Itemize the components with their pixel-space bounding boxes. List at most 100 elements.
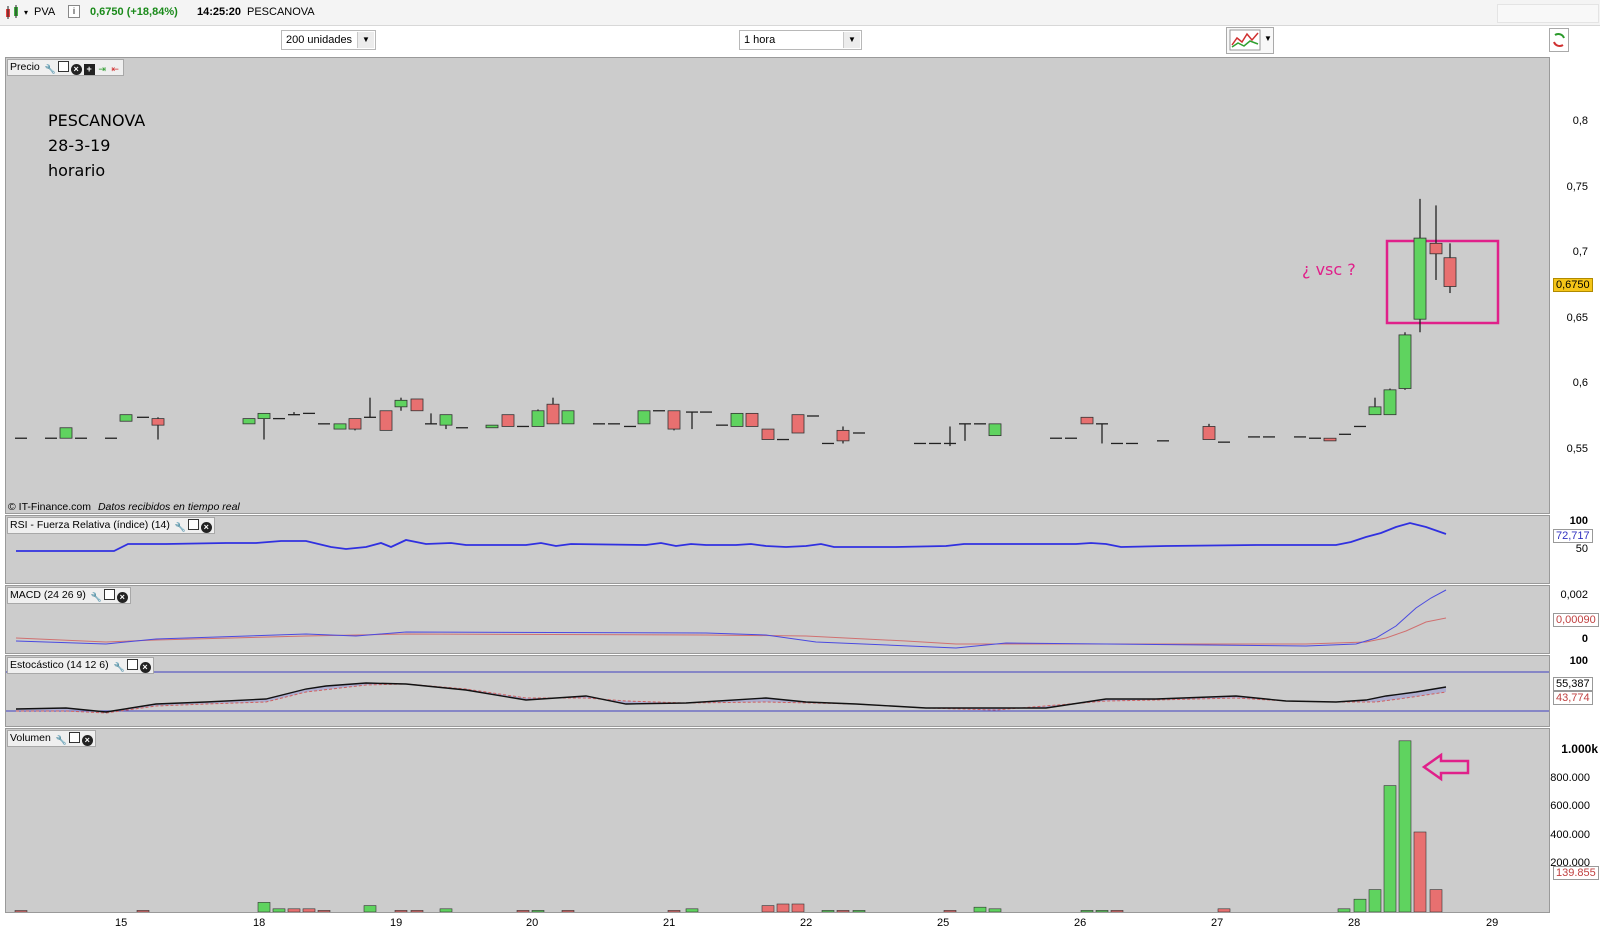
- macd-signal-line: [15, 617, 1447, 645]
- date-tick-label: 25: [937, 917, 950, 929]
- candle: [379, 410, 393, 431]
- candle-body: [501, 414, 515, 427]
- candle-body: [637, 410, 651, 425]
- stoch-d-line: [16, 683, 1447, 714]
- candle-body: [257, 412, 271, 420]
- wrench-icon[interactable]: 🔧: [114, 662, 125, 673]
- date-tick-label: 19: [390, 917, 403, 929]
- date-tick-label: 15: [115, 917, 128, 929]
- rsi-axis: 100 50 72,717: [1550, 515, 1600, 584]
- date-tick-label: 18: [253, 917, 266, 929]
- volume-bar: [14, 910, 28, 912]
- candle-body: [1398, 334, 1412, 389]
- candle: [546, 397, 560, 425]
- volume-value-tag: 139.855: [1553, 866, 1599, 880]
- quote-time: 14:25:20: [197, 6, 242, 18]
- candle: [1368, 397, 1382, 416]
- volume-bar: [272, 908, 286, 912]
- wrench-icon[interactable]: 🔧: [45, 64, 56, 75]
- chart-type-button[interactable]: ▼: [1226, 27, 1274, 54]
- candle: [59, 427, 73, 439]
- candle: [333, 423, 347, 430]
- candle-body: [1429, 242, 1443, 255]
- volume-bar: [776, 903, 790, 912]
- candle-body: [485, 424, 499, 429]
- candle: [1323, 437, 1337, 442]
- maximize-icon[interactable]: [187, 519, 199, 530]
- candle: [501, 414, 515, 427]
- axis-tick-label: 100: [1569, 515, 1588, 527]
- wrench-icon[interactable]: 🔧: [91, 592, 102, 603]
- candle: [836, 426, 850, 444]
- candle-body: [836, 429, 850, 442]
- candle: [667, 410, 681, 431]
- interval-select-value: 1 hora: [744, 34, 776, 46]
- annotation-line: horario: [48, 161, 106, 180]
- candle-body: [333, 423, 347, 430]
- candle: [394, 397, 408, 411]
- volume-bar: [821, 910, 835, 912]
- candle-body: [151, 418, 165, 426]
- volume-bar: [410, 910, 424, 912]
- close-icon[interactable]: ×: [81, 735, 93, 746]
- candle: [959, 423, 971, 441]
- units-select[interactable]: 200 unidades ▼: [281, 30, 376, 50]
- export-icon[interactable]: ⇥: [97, 64, 108, 75]
- macd-pane: MACD (24 26 9) 🔧 ×: [5, 585, 1550, 654]
- volume-bar: [761, 905, 775, 912]
- maximize-icon[interactable]: [126, 659, 138, 670]
- add-icon[interactable]: +: [83, 64, 95, 75]
- axis-tick-label: 100: [1569, 655, 1588, 667]
- ticker-label: PVA: [34, 6, 56, 18]
- close-icon[interactable]: ×: [139, 662, 151, 673]
- candle: [1398, 332, 1412, 390]
- realtime-note: Datos recibidos en tiempo real: [97, 501, 240, 513]
- wrench-icon[interactable]: 🔧: [56, 735, 67, 746]
- close-icon[interactable]: ×: [116, 592, 128, 603]
- chart-toolbar: 200 unidades ▼ 1 hora ▼ ▼: [0, 26, 1600, 56]
- candle: [745, 412, 759, 427]
- stochastic-pane-header: Estocástico (14 12 6) 🔧 ×: [7, 657, 154, 674]
- candle-body: [59, 427, 73, 439]
- volume-bar: [1429, 889, 1443, 912]
- stoch-value-tag-1: 55,387: [1553, 677, 1593, 691]
- date-tick-label: 26: [1074, 917, 1087, 929]
- interval-select[interactable]: 1 hora ▼: [739, 30, 862, 50]
- close-icon[interactable]: ×: [200, 522, 212, 533]
- info-icon[interactable]: i: [68, 5, 80, 18]
- volume-bar: [363, 905, 377, 912]
- chart-type-icon: [1229, 29, 1261, 51]
- volume-bar: [1413, 831, 1427, 912]
- annotation-line: PESCANOVA: [48, 111, 146, 130]
- refresh-icon[interactable]: [1549, 28, 1569, 52]
- candle: [485, 424, 499, 429]
- wrench-icon[interactable]: 🔧: [175, 522, 186, 533]
- axis-tick-label: 0: [1581, 633, 1588, 645]
- volume-bar: [257, 902, 271, 912]
- import-icon[interactable]: ⇤: [110, 64, 121, 75]
- close-icon[interactable]: ×: [70, 64, 82, 75]
- candle-body: [439, 414, 453, 426]
- dropdown-arrow-icon[interactable]: ▾: [24, 8, 28, 17]
- axis-tick-label: 0,8: [1572, 115, 1588, 127]
- candle-body: [791, 414, 805, 434]
- volume-pane: Volumen 🔧 ×: [5, 728, 1550, 913]
- axis-tick-label: 0,6: [1572, 377, 1588, 389]
- volume-bar: [1080, 910, 1094, 912]
- axis-tick-label: 0,55: [1566, 443, 1588, 455]
- candle: [561, 410, 575, 425]
- candlestick-menu-icon[interactable]: [4, 4, 22, 20]
- candle-body: [745, 412, 759, 427]
- candle: [242, 418, 256, 425]
- candle: [531, 409, 545, 427]
- rsi-pane-title: RSI - Fuerza Relativa (índice) (14): [10, 519, 170, 531]
- candle: [425, 413, 437, 425]
- price-chart: [15, 198, 1500, 447]
- maximize-icon[interactable]: [68, 732, 80, 743]
- candle: [151, 417, 165, 440]
- volume-bar: [836, 910, 850, 912]
- price-pane-title: Precio: [10, 61, 40, 73]
- maximize-icon[interactable]: [57, 61, 69, 72]
- maximize-icon[interactable]: [103, 589, 115, 600]
- candle: [119, 414, 133, 422]
